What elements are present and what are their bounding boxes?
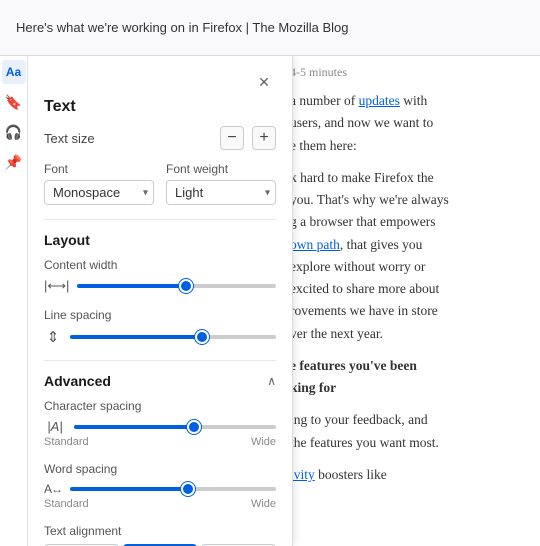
- advanced-section: Advanced ∧ Character spacing |A| Standar…: [44, 373, 276, 546]
- word-spacing-standard-label: Standard: [44, 498, 89, 510]
- headphones-icon[interactable]: 🎧: [2, 120, 26, 144]
- text-section: Text Text size − + Font Serif Sans-serif…: [44, 98, 276, 205]
- character-spacing-row: Character spacing |A| Standard Wide: [44, 399, 276, 448]
- font-col: Font Serif Sans-serif Monospace ▾: [44, 162, 154, 205]
- character-spacing-icon: |A|: [44, 419, 66, 434]
- font-label: Font: [44, 162, 154, 176]
- article-paragraph: k hard to make Firefox the you. That's w…: [290, 167, 524, 345]
- article-link[interactable]: updates: [359, 93, 400, 108]
- article-paragraph: a number of updates with users, and now …: [290, 90, 524, 157]
- line-spacing-icon: ⇕: [44, 328, 62, 346]
- text-alignment-row: Text alignment: [44, 524, 276, 546]
- word-spacing-icon: A↔: [44, 482, 62, 496]
- article-link[interactable]: ivity: [290, 467, 315, 482]
- advanced-title: Advanced: [44, 373, 111, 389]
- word-spacing-sublabels: Standard Wide: [44, 498, 276, 510]
- content-width-narrow-icon: |⟷|: [44, 278, 69, 294]
- word-spacing-slider[interactable]: [70, 487, 276, 491]
- reader-panel: ✕ Text Text size − + Font Serif Sans-ser…: [28, 56, 293, 546]
- character-spacing-wide-label: Wide: [251, 436, 276, 448]
- content-width-slider[interactable]: [77, 284, 276, 288]
- article-body: a number of updates with users, and now …: [290, 90, 524, 486]
- article-paragraph: ing to your feedback, and the features y…: [290, 409, 524, 454]
- text-alignment-label: Text alignment: [44, 524, 276, 538]
- content-width-row: Content width |⟷|: [44, 258, 276, 294]
- line-spacing-row: Line spacing ⇕: [44, 308, 276, 346]
- text-size-label: Text size: [44, 131, 95, 146]
- increase-text-size-button[interactable]: +: [252, 126, 276, 150]
- close-button[interactable]: ✕: [252, 70, 276, 94]
- character-spacing-slider-container: |A|: [44, 419, 276, 434]
- bookmark-icon[interactable]: 🔖: [2, 90, 26, 114]
- character-spacing-standard-label: Standard: [44, 436, 89, 448]
- font-row: Font Serif Sans-serif Monospace ▾ Font w…: [44, 162, 276, 205]
- character-spacing-sublabels: Standard Wide: [44, 436, 276, 448]
- pin-icon[interactable]: 📌: [2, 150, 26, 174]
- browser-chrome: Here's what we're working on in Firefox …: [0, 0, 540, 56]
- word-spacing-row: Word spacing A↔ Standard Wide: [44, 462, 276, 510]
- content-width-slider-container: |⟷|: [44, 278, 276, 294]
- text-section-title: Text: [44, 98, 276, 116]
- font-select[interactable]: Serif Sans-serif Monospace: [44, 180, 154, 205]
- article-paragraph: ivity boosters like: [290, 464, 524, 486]
- font-select-wrapper: Serif Sans-serif Monospace ▾: [44, 180, 154, 205]
- aa-toolbar-button[interactable]: Aa: [2, 60, 26, 84]
- word-spacing-wide-label: Wide: [251, 498, 276, 510]
- line-spacing-label: Line spacing: [44, 308, 276, 322]
- character-spacing-slider[interactable]: [74, 425, 276, 429]
- section-divider-2: [44, 360, 276, 361]
- text-size-row: Text size − +: [44, 126, 276, 150]
- browser-title: Here's what we're working on in Firefox …: [16, 20, 349, 35]
- size-controls: − +: [220, 126, 276, 150]
- content-width-label: Content width: [44, 258, 276, 272]
- word-spacing-slider-container: A↔: [44, 482, 276, 496]
- advanced-section-header[interactable]: Advanced ∧: [44, 373, 276, 389]
- line-spacing-slider[interactable]: [70, 335, 276, 339]
- character-spacing-label: Character spacing: [44, 399, 276, 413]
- article-meta: 4-5 minutes: [290, 63, 524, 82]
- font-weight-select[interactable]: Thin Light Regular Bold: [166, 180, 276, 205]
- section-divider: [44, 219, 276, 220]
- font-weight-col: Font weight Thin Light Regular Bold ▾: [166, 162, 276, 205]
- font-weight-select-wrapper: Thin Light Regular Bold ▾: [166, 180, 276, 205]
- layout-section: Layout Content width |⟷| Line spacing ⇕: [44, 232, 276, 346]
- chevron-up-icon: ∧: [267, 374, 276, 388]
- article-bold-paragraph: e features you've beenking for: [290, 355, 524, 400]
- decrease-text-size-button[interactable]: −: [220, 126, 244, 150]
- word-spacing-label: Word spacing: [44, 462, 276, 476]
- icon-bar: Aa 🔖 🎧 📌: [0, 56, 28, 546]
- font-weight-label: Font weight: [166, 162, 276, 176]
- layout-section-title: Layout: [44, 232, 276, 248]
- article-link[interactable]: own path: [290, 237, 340, 252]
- line-spacing-slider-container: ⇕: [44, 328, 276, 346]
